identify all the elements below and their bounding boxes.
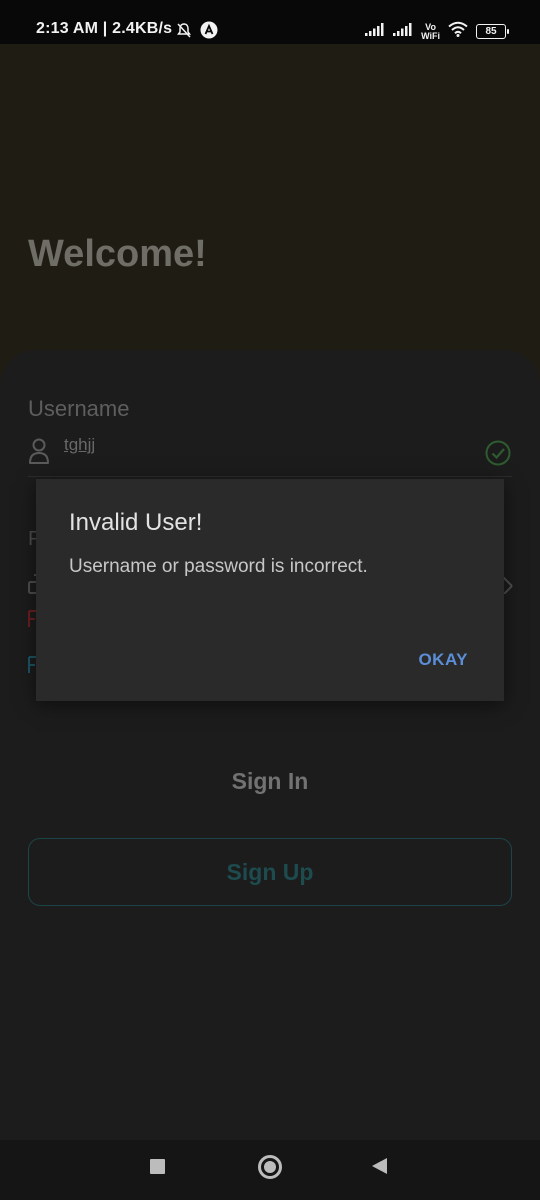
volte-wifi-label: Vo WiFi: [421, 21, 440, 41]
user-icon: [28, 437, 50, 470]
status-bar: 2:13 AM | 2.4KB/s Vo WiFi 85: [0, 0, 540, 44]
status-time: 2:13 AM | 2.4KB/s: [36, 20, 173, 37]
back-icon[interactable]: [372, 1158, 387, 1174]
login-card: [0, 350, 540, 1140]
username-underline: [28, 476, 512, 477]
signal-icon: [365, 22, 385, 41]
invalid-user-dialog: Invalid User! Username or password is in…: [36, 479, 504, 701]
sign-in-button[interactable]: Sign In: [0, 768, 540, 795]
home-icon[interactable]: [258, 1155, 282, 1179]
signal-icon: [393, 22, 413, 41]
welcome-title: Welcome!: [28, 233, 207, 275]
app-a-icon: [200, 21, 218, 44]
okay-button[interactable]: OKAY: [418, 650, 468, 670]
dialog-message: Username or password is incorrect.: [69, 556, 368, 577]
username-input[interactable]: tghjj: [64, 435, 95, 455]
recent-apps-icon[interactable]: [150, 1159, 165, 1174]
status-notification-icons: [176, 21, 218, 44]
sign-up-button[interactable]: Sign Up: [28, 838, 512, 906]
dialog-title: Invalid User!: [69, 509, 203, 536]
username-label: Username: [28, 396, 130, 421]
mute-bell-icon: [176, 22, 192, 43]
status-system-icons: Vo WiFi 85: [365, 21, 509, 42]
check-circle-icon: [485, 440, 511, 471]
battery-icon: 85: [476, 24, 509, 39]
header-background: [0, 44, 540, 384]
navigation-bar: [0, 1140, 540, 1200]
wifi-icon: [448, 21, 468, 42]
